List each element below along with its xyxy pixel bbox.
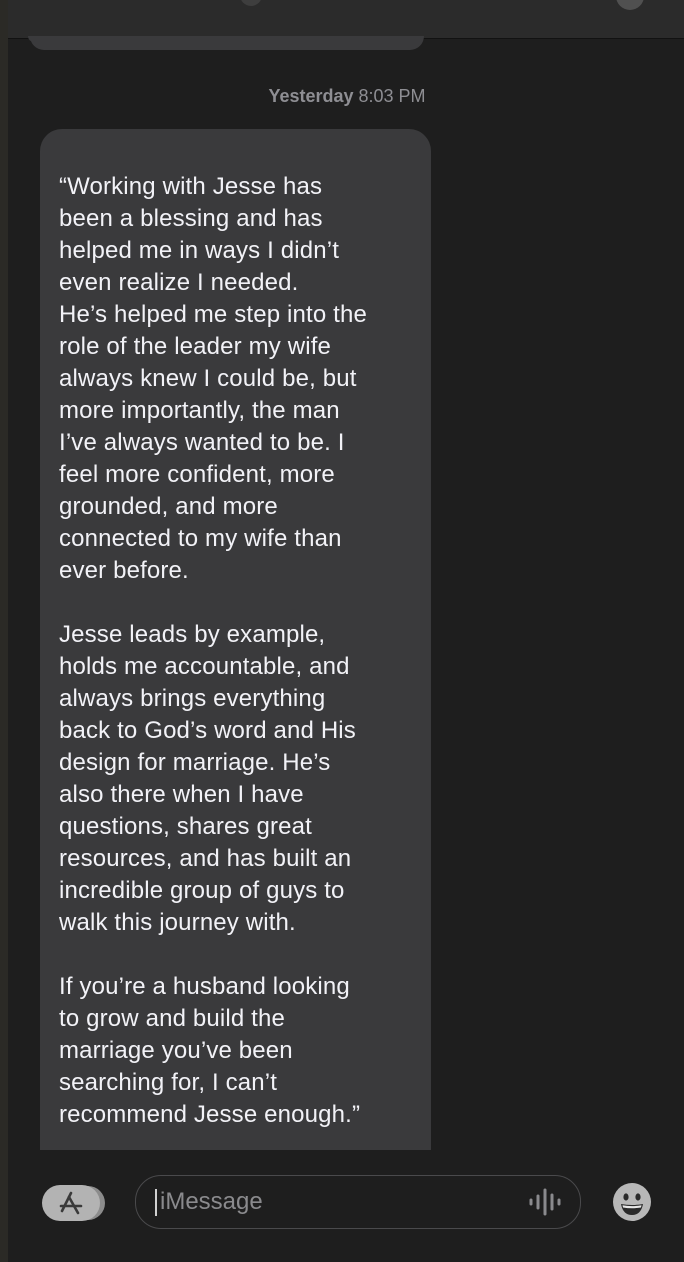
messages-window: Yesterday 8:03 PM “Working with Jesse ha… bbox=[0, 0, 684, 1262]
contact-avatar[interactable] bbox=[616, 0, 644, 10]
message-paragraph-3: If you’re a husband looking to grow and … bbox=[59, 973, 361, 1128]
audio-waveform-icon[interactable] bbox=[528, 1188, 562, 1216]
timestamp-time: 8:03 PM bbox=[358, 86, 426, 106]
apps-button[interactable] bbox=[42, 1185, 100, 1221]
message-field[interactable] bbox=[135, 1175, 581, 1229]
timestamp-day: Yesterday bbox=[268, 86, 354, 106]
text-caret bbox=[155, 1189, 157, 1216]
message-bubble[interactable]: “Working with Jesse has been a blessing … bbox=[40, 129, 431, 1201]
message-timestamp: Yesterday 8:03 PM bbox=[0, 86, 684, 107]
message-composer bbox=[8, 1150, 684, 1262]
emoji-icon[interactable] bbox=[612, 1182, 652, 1222]
window-edge bbox=[0, 0, 8, 1262]
message-input[interactable] bbox=[160, 1176, 520, 1228]
previous-message-bubble[interactable] bbox=[28, 36, 424, 50]
message-paragraph-2: Jesse leads by example, holds me account… bbox=[59, 621, 356, 936]
header-glyph bbox=[240, 0, 262, 6]
message-paragraph-1: “Working with Jesse has been a blessing … bbox=[59, 173, 367, 584]
conversation-header bbox=[8, 0, 684, 39]
app-store-icon bbox=[59, 1191, 83, 1215]
